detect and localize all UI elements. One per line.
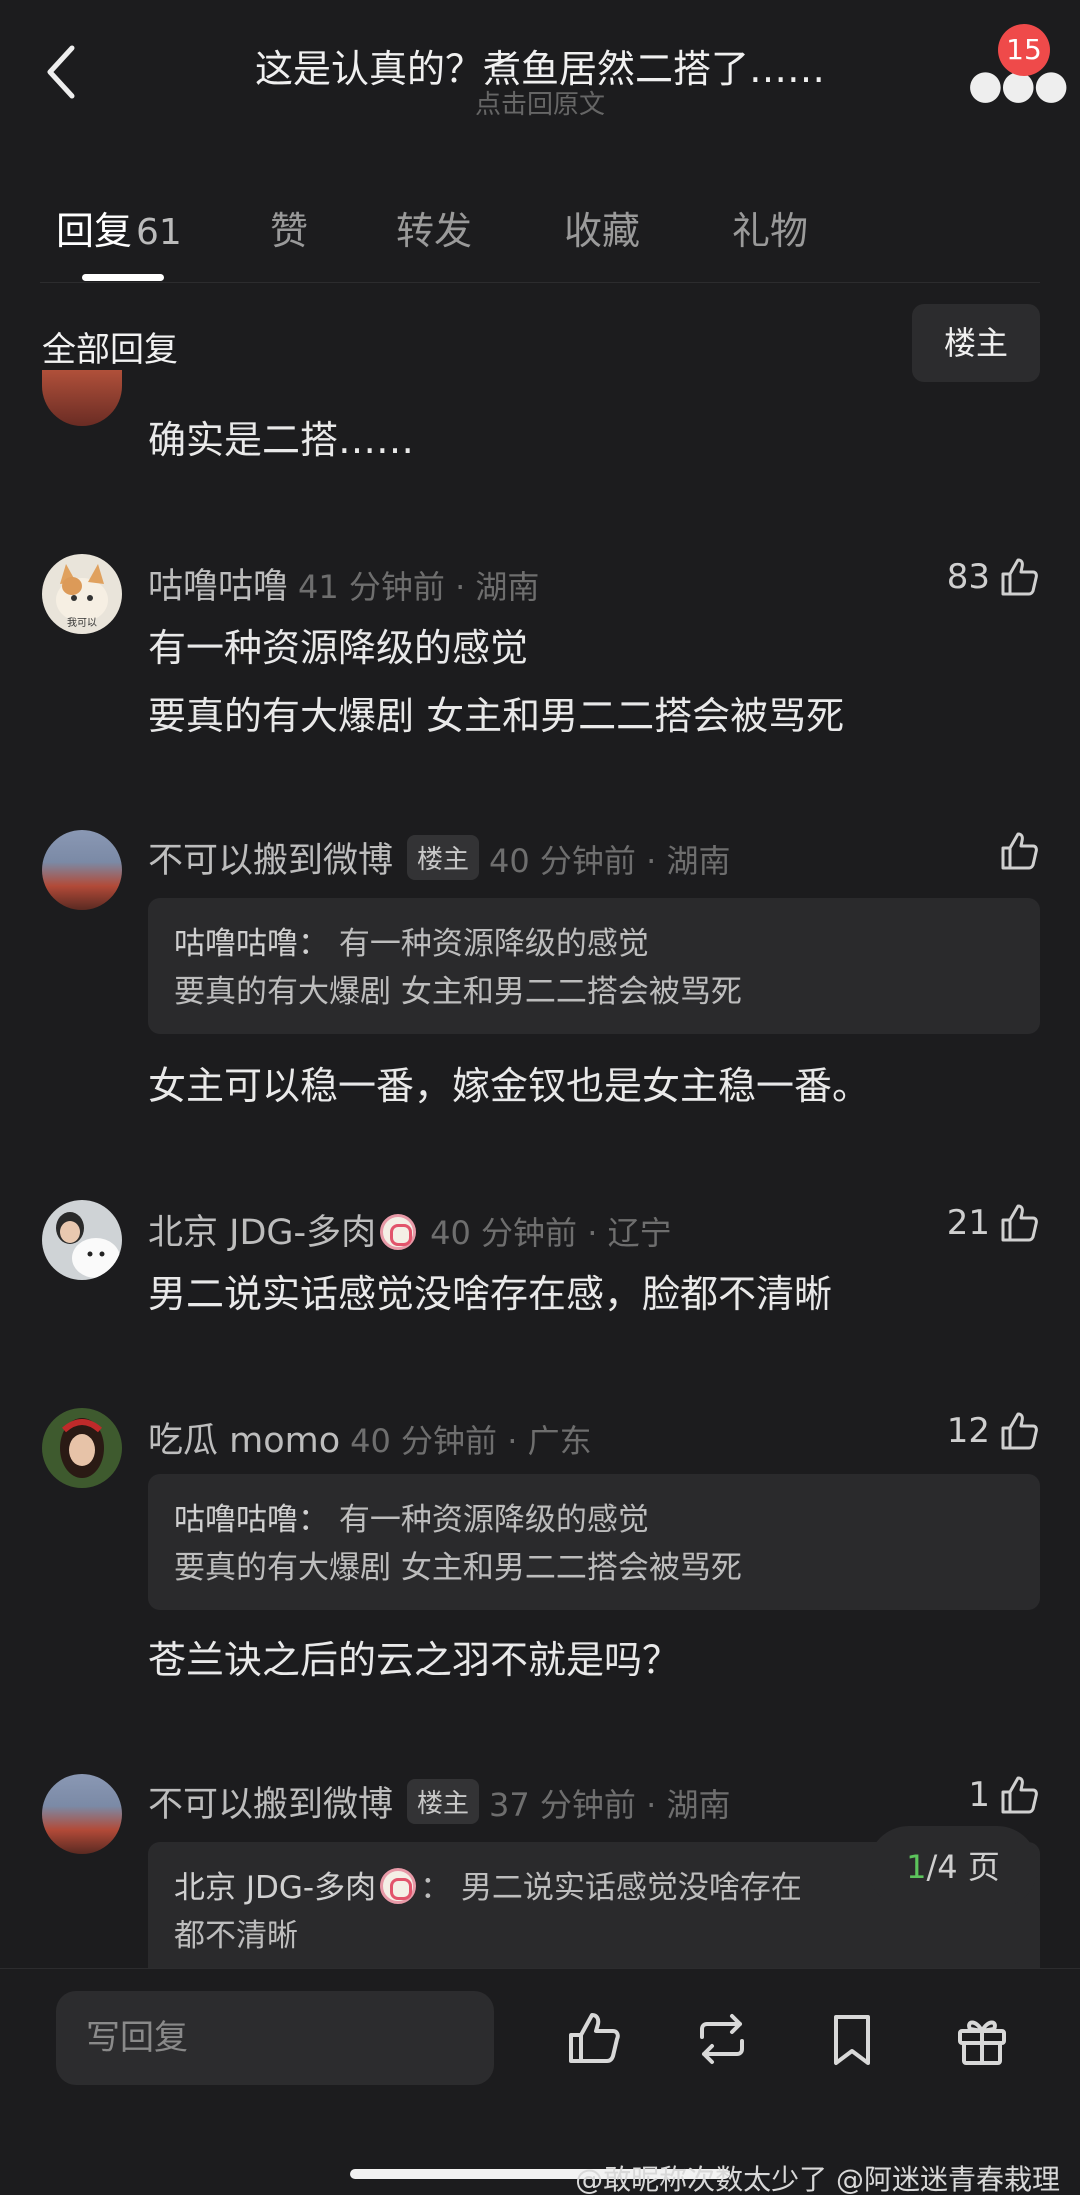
username[interactable]: 不可以搬到微博 楼主 40 分钟前 · 湖南 [148,832,730,883]
notification-badge: 15 [998,24,1050,76]
username[interactable]: 吃瓜 momo 40 分钟前 · 广东 [148,1412,592,1463]
username[interactable]: 北京 JDG-多肉 40 分钟前 · 辽宁 [148,1204,672,1255]
username[interactable]: 咕噜咕噜 41 分钟前 · 湖南 [148,558,539,609]
bookmark-icon[interactable] [822,2009,882,2069]
username-text: 不可以搬到微博 [148,1785,394,1825]
reply-input[interactable]: 写回复 [56,1991,494,2085]
quoted-text: 都不清晰 [174,1918,298,1954]
avatar-caption: 我可以 [67,617,97,629]
comment-text: 女主可以稳一番，嫁金钗也是女主稳一番。 [148,1064,871,1108]
thumbs-up-icon [1001,1776,1038,1814]
top-bar: 这是认真的？煮鱼居然二搭了…… 点击回原文 ●●● 15 [0,0,1080,140]
like-button[interactable]: 83 [947,556,1040,598]
quoted-reply[interactable]: 咕噜咕噜： 有一种资源降级的感觉 要真的有大爆剧 女主和男二二搭会被骂死 [148,898,1040,1034]
tab-bar: 回复 61 赞 转发 收藏 礼物 [0,190,1080,281]
username-text: 不可以搬到微博 [148,841,394,881]
repost-icon[interactable] [692,2009,752,2069]
thumbs-up-icon [1001,1204,1038,1242]
owner-tag: 楼主 [407,1779,480,1824]
avatar[interactable]: 我可以 [42,554,122,634]
quote-separator: ： [420,1870,452,1906]
tab-gifts[interactable]: 礼物 [732,200,808,255]
fishcake-emoji-icon [380,1214,417,1250]
comment-text: 确实是二搭…… [148,418,415,462]
tab-replies-count: 61 [136,212,182,253]
tab-favorites[interactable]: 收藏 [564,200,640,255]
quoted-username: 北京 JDG-多肉 [174,1870,377,1906]
like-button[interactable]: 21 [947,1202,1040,1244]
comment-text: 要真的有大爆剧 女主和男二二搭会被骂死 [148,694,845,738]
username-text: 吃瓜 momo [148,1421,341,1461]
quoted-text: 有一种资源降级的感觉 [338,1502,649,1538]
avatar[interactable] [42,370,122,426]
tab-replies-label: 回复 [56,209,133,253]
username-text: 北京 JDG-多肉 [148,1213,377,1253]
user-portrait-avatar-icon [42,1408,122,1488]
total-pages: /4 页 [926,1848,1000,1886]
tab-reposts[interactable]: 转发 [396,200,472,255]
comment-text: 苍兰诀之后的云之羽不就是吗？ [148,1638,681,1682]
like-button[interactable] [998,830,1040,872]
quoted-text: 要真的有大爆剧 女主和男二二搭会被骂死 [174,1550,742,1586]
back-to-original-link[interactable]: 点击回原文 [0,84,1080,121]
quoted-text: 有一种资源降级的感觉 [338,926,649,962]
avatar[interactable] [42,830,122,910]
like-button[interactable]: 1 [968,1774,1040,1816]
quoted-text: 要真的有大爆剧 女主和男二二搭会被骂死 [174,974,742,1010]
divider [40,282,1040,283]
tab-replies[interactable]: 回复 61 [56,200,182,255]
page-indicator[interactable]: 1/4 页 [868,1826,1038,1908]
like-count: 83 [946,557,990,597]
owner-only-filter-button[interactable]: 楼主 [912,304,1040,382]
username[interactable]: 不可以搬到微博 楼主 37 分钟前 · 湖南 [148,1776,730,1827]
current-page: 1 [906,1848,927,1886]
comment-meta: 40 分钟前 · 湖南 [489,842,731,880]
thumbs-up-icon [1001,832,1038,870]
comment-meta: 37 分钟前 · 湖南 [489,1786,731,1824]
fishcake-emoji-icon [380,1868,417,1904]
comment-meta: 40 分钟前 · 广东 [350,1422,592,1460]
thumbs-up-icon [1001,1412,1038,1450]
tab-likes[interactable]: 赞 [270,200,308,255]
owner-tag: 楼主 [407,835,480,880]
user-dog-avatar-icon [42,1200,122,1280]
comment-text: 有一种资源降级的感觉 [148,626,529,670]
quoted-text: 男二说实话感觉没啥存在 [460,1870,802,1906]
watermark-text: @敢昵称次数太少了 @阿迷迷青春栽理 [575,2163,1060,2195]
avatar[interactable] [42,1774,122,1854]
comment-text: 男二说实话感觉没啥存在感，脸都不清晰 [148,1272,833,1316]
comment-meta: 41 分钟前 · 湖南 [298,568,540,606]
quoted-username: 咕噜咕噜： [174,926,329,962]
all-replies-heading: 全部回复 [42,330,178,370]
cat-avatar-icon: 我可以 [42,554,122,634]
like-count: 1 [968,1775,990,1815]
gift-icon[interactable] [952,2009,1012,2069]
like-icon[interactable] [564,2009,624,2069]
like-button[interactable]: 12 [947,1410,1040,1452]
avatar[interactable] [42,1408,122,1488]
thumbs-up-icon [1001,558,1038,596]
active-tab-indicator [82,274,164,281]
like-count: 21 [946,1203,990,1243]
comment-meta: 40 分钟前 · 辽宁 [430,1214,672,1252]
like-count: 12 [946,1411,990,1451]
quoted-reply[interactable]: 咕噜咕噜： 有一种资源降级的感觉 要真的有大爆剧 女主和男二二搭会被骂死 [148,1474,1040,1610]
quoted-username: 咕噜咕噜： [174,1502,329,1538]
username-text: 咕噜咕噜 [148,567,289,607]
avatar[interactable] [42,1200,122,1280]
